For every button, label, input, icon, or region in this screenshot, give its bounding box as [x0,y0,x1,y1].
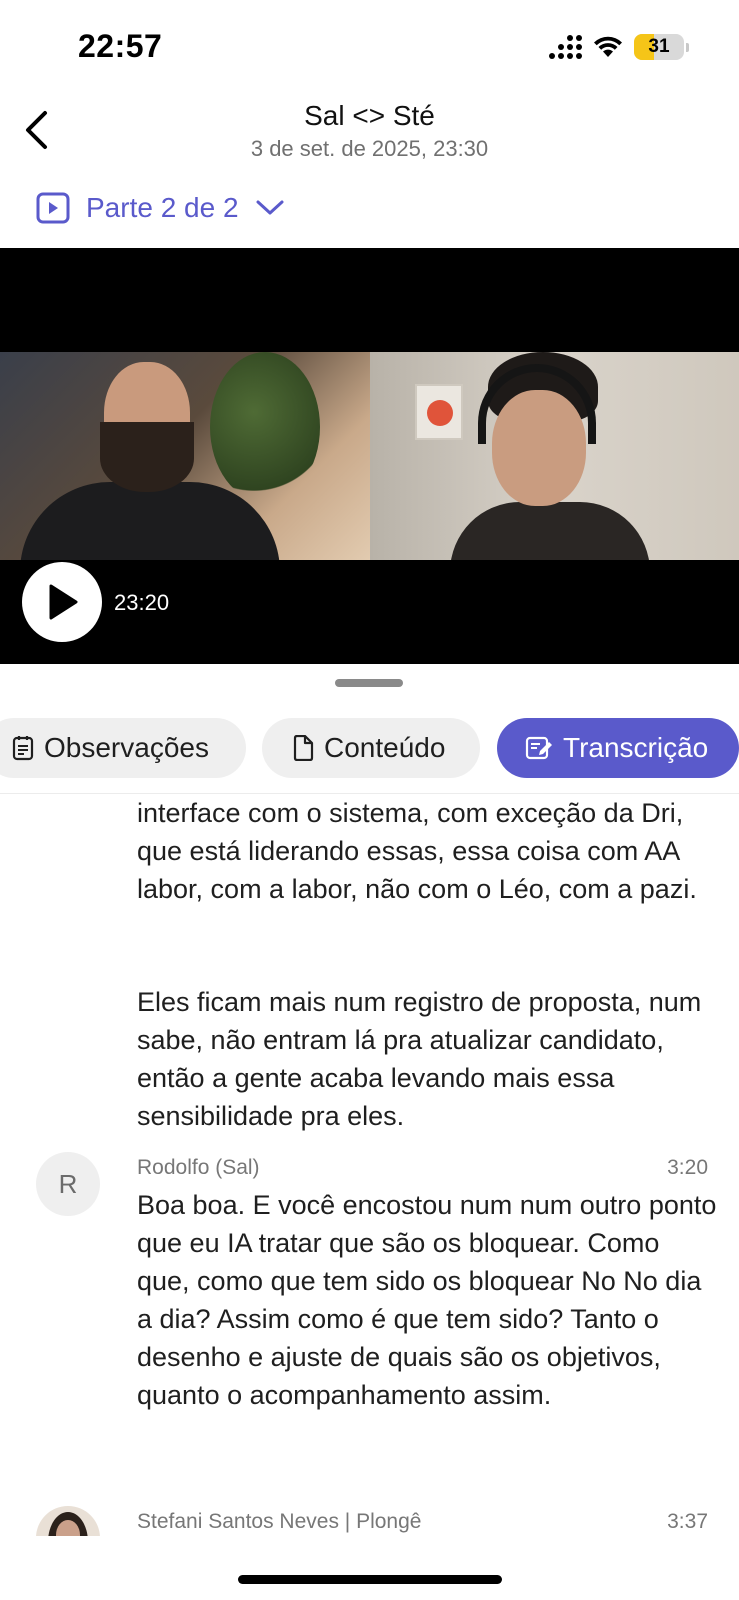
tab-label: Transcrição [563,732,709,763]
tab-bar: Observações Conteúdo Transcrição [0,718,739,780]
battery-icon: 31 [634,34,684,60]
part-selector[interactable]: Parte 2 de 2 [36,192,285,224]
tab-transcricao[interactable]: Transcrição [497,718,739,778]
entry-timestamp[interactable]: 3:37 [667,1510,708,1534]
cellular-signal-icon [549,35,582,59]
speaker-name: Stefani Santos Neves | Plongê [137,1510,422,1533]
status-clock: 22:57 [78,28,163,64]
play-button[interactable] [22,562,102,642]
tab-conteudo[interactable]: Conteúdo [262,718,480,778]
video-feed-participant-2 [370,352,739,560]
tab-label: Conteúdo [324,732,446,763]
document-icon [293,735,314,761]
transcript-text: Eles ficam mais num registro de proposta… [137,987,702,1131]
home-indicator [238,1575,502,1584]
tab-observacoes[interactable]: Observações [0,718,246,778]
edit-document-icon [525,736,552,760]
tab-label: Observações [44,732,209,763]
chevron-down-icon [256,200,284,215]
wifi-icon [594,36,622,57]
transcript-text: Boa boa. E você encostou num num outro p… [137,1190,717,1410]
status-bar: 22:57 31 [0,0,739,96]
transcript-text: interface com o sistema, com exceção da … [137,798,697,904]
entry-timestamp[interactable]: 3:20 [667,1156,708,1180]
play-icon [49,584,78,620]
battery-tip [686,42,689,52]
video-feed-participant-1 [0,352,370,560]
avatar [36,1506,100,1536]
page-subtitle: 3 de set. de 2025, 23:30 [250,136,489,161]
notes-icon [12,736,34,761]
speaker-name: Rodolfo (Sal) [137,1156,260,1179]
sheet-drag-handle[interactable] [335,679,403,687]
video-play-icon [36,192,70,224]
status-icons: 31 [549,34,689,60]
page-title: Sal <> Sté [304,100,435,131]
video-player[interactable]: 23:20 [0,248,739,664]
part-label: Parte 2 de 2 [86,192,239,223]
avatar: R [36,1152,100,1216]
battery-level: 31 [648,36,670,57]
transcript-list[interactable]: interface com o sistema, com exceção da … [0,794,739,1536]
video-time: 23:20 [114,590,170,615]
